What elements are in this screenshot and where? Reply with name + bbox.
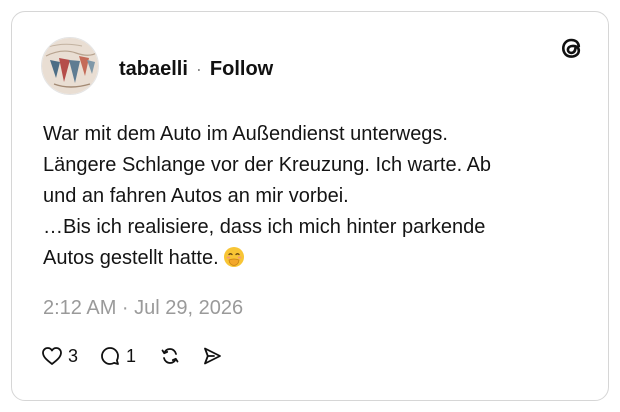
send-icon xyxy=(201,345,223,367)
repost-icon xyxy=(159,345,181,367)
follow-button[interactable]: Follow xyxy=(210,57,273,81)
post-text-line: Längere Schlange vor der Kreuzung. Ich w… xyxy=(43,154,492,176)
post-body: War mit dem Auto im Außendienst unterweg… xyxy=(43,119,593,274)
post-card: tabaelli · Follow War mit dem Auto im Au… xyxy=(11,11,609,401)
post-text-line-last: Autos gestellt hatte. xyxy=(43,243,593,274)
post-timestamp[interactable]: 2:12 AM · Jul 29, 2026 xyxy=(43,295,243,321)
like-count: 3 xyxy=(68,346,79,366)
post-header: tabaelli · Follow xyxy=(119,57,273,81)
like-button[interactable]: 3 xyxy=(41,345,78,367)
share-button[interactable] xyxy=(201,345,223,367)
separator-dot: · xyxy=(195,59,202,79)
heart-icon xyxy=(41,345,63,367)
action-bar: 3 1 xyxy=(41,345,223,367)
face-with-hand-over-mouth-icon xyxy=(223,246,245,268)
reply-count: 1 xyxy=(126,346,137,366)
speech-bubble-icon xyxy=(99,345,121,367)
post-text-line: War mit dem Auto im Außendienst unterweg… xyxy=(43,123,448,145)
reply-button[interactable]: 1 xyxy=(99,345,136,367)
repost-button[interactable] xyxy=(159,345,181,367)
post-text-line: Autos gestellt hatte. xyxy=(43,247,219,269)
username[interactable]: tabaelli xyxy=(119,57,188,81)
post-text-line: …Bis ich realisiere, dass ich mich hinte… xyxy=(43,216,486,238)
threads-logo-icon[interactable] xyxy=(556,33,586,63)
post-text-line: und an fahren Autos an mir vorbei. xyxy=(43,185,349,207)
avatar[interactable] xyxy=(41,37,99,95)
